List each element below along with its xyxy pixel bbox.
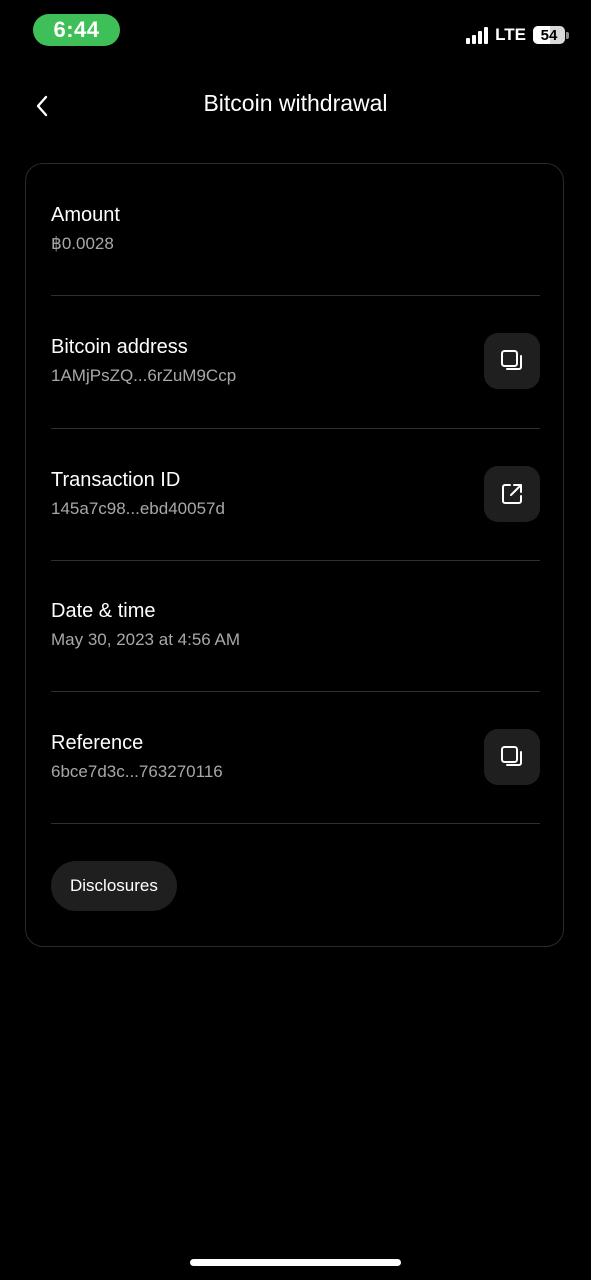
reference-row: Reference 6bce7d3c...763270116 (51, 692, 540, 824)
transaction-id-row: Transaction ID 145a7c98...ebd40057d (51, 429, 540, 561)
amount-row: Amount ฿0.0028 (51, 164, 540, 296)
copy-address-button[interactable] (484, 333, 540, 389)
amount-value: ฿0.0028 (51, 234, 114, 253)
external-link-icon (502, 484, 522, 504)
amount-label: Amount (51, 204, 120, 226)
copy-reference-button[interactable] (484, 729, 540, 785)
bitcoin-address-value: 1AMjPsZQ...6rZuM9Ccp (51, 366, 237, 385)
reference-value: 6bce7d3c...763270116 (51, 762, 223, 781)
network-type: LTE (495, 25, 526, 44)
transaction-id-label: Transaction ID (51, 469, 181, 491)
bitcoin-address-row: Bitcoin address 1AMjPsZQ...6rZuM9Ccp (51, 296, 540, 428)
copy-icon (501, 746, 522, 766)
disclosures-button[interactable]: Disclosures (51, 861, 177, 911)
copy-icon (501, 350, 522, 370)
battery-icon: 54 (533, 26, 569, 44)
battery-percent: 54 (540, 26, 558, 44)
status-time: 6:44 (33, 14, 120, 46)
reference-label: Reference (51, 732, 144, 754)
date-time-label: Date & time (51, 600, 156, 622)
status-indicators: LTE 54 (466, 22, 569, 48)
transaction-details-card: Amount ฿0.0028 Bitcoin address 1AMjPsZQ.… (25, 163, 564, 947)
date-time-value: May 30, 2023 at 4:56 AM (51, 630, 241, 649)
bitcoin-address-label: Bitcoin address (51, 336, 188, 358)
divider (51, 823, 540, 824)
home-indicator[interactable] (190, 1259, 401, 1266)
date-time-row: Date & time May 30, 2023 at 4:56 AM (51, 560, 540, 692)
header: Bitcoin withdrawal (0, 78, 591, 134)
page-title: Bitcoin withdrawal (203, 90, 388, 116)
status-bar: 6:44 LTE 54 (0, 0, 591, 60)
open-transaction-button[interactable] (484, 466, 540, 522)
transaction-id-value: 145a7c98...ebd40057d (51, 499, 225, 518)
cellular-signal-icon (466, 26, 489, 44)
